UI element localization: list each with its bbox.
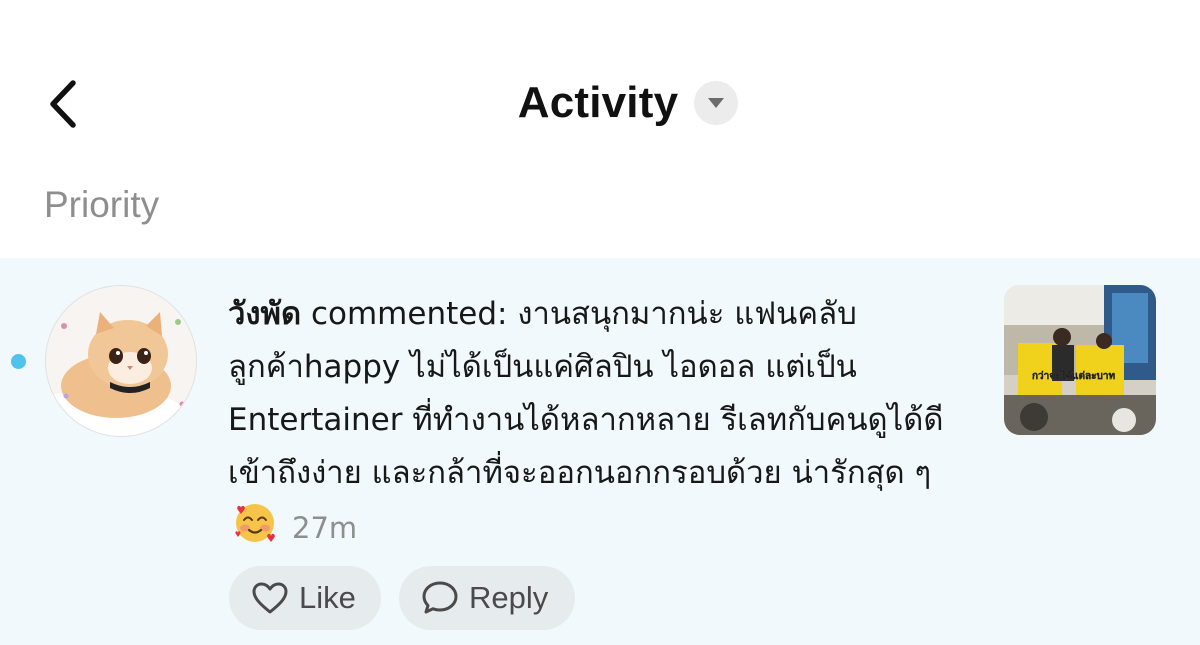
- action-text: commented:: [301, 296, 518, 332]
- activity-screen: Activity Priority วังพัด commented: งานส…: [0, 0, 1200, 645]
- heart-icon: [252, 582, 288, 614]
- avatar[interactable]: [45, 285, 197, 437]
- unread-indicator: [11, 354, 26, 369]
- section-label: Priority: [44, 184, 160, 225]
- title-group: Activity: [0, 70, 1200, 136]
- header: Activity: [0, 0, 1200, 190]
- reply-button[interactable]: Reply: [399, 566, 575, 630]
- page-title: Activity: [517, 78, 679, 127]
- notification-text: วังพัด commented: งานสนุกมากน่ะ แฟนคลับล…: [228, 288, 988, 563]
- notification-item[interactable]: วังพัด commented: งานสนุกมากน่ะ แฟนคลับล…: [0, 258, 1200, 645]
- speech-bubble-icon: [422, 581, 458, 614]
- like-button[interactable]: Like: [229, 566, 381, 630]
- reply-label: Reply: [469, 580, 549, 615]
- timestamp: 27m: [292, 511, 358, 545]
- caret-down-icon: [708, 98, 725, 108]
- cat-avatar-image: [46, 286, 196, 436]
- title-dropdown-button[interactable]: [694, 81, 739, 125]
- smiling-face-with-hearts-icon: [232, 500, 278, 563]
- action-bar: Like Reply: [229, 566, 575, 630]
- thumbnail-caption: กว่าจะได้แต่ละบาท: [1032, 369, 1115, 382]
- post-thumbnail[interactable]: กว่าจะได้แต่ละบาท: [1004, 285, 1156, 435]
- like-label: Like: [299, 580, 356, 615]
- username[interactable]: วังพัด: [228, 296, 301, 332]
- post-thumbnail-image: กว่าจะได้แต่ละบาท: [1004, 285, 1156, 435]
